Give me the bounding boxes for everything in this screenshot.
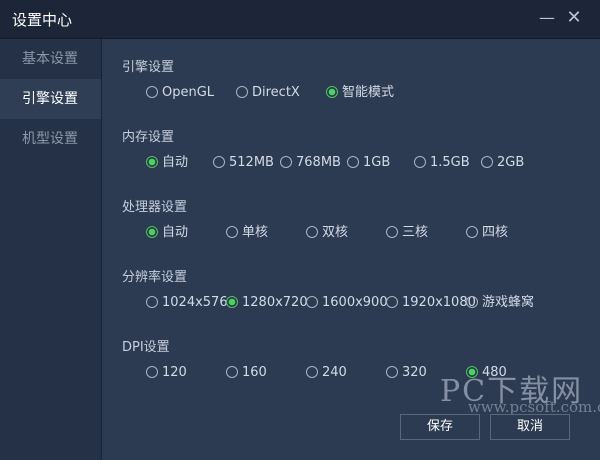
radio-icon — [481, 155, 493, 168]
memory-options: 自动 512MB 768MB 1GB 1.5GB 2GB — [146, 154, 600, 174]
memory-section: 内存设置 自动 512MB 768MB 1GB 1.5GB 2GB — [122, 126, 524, 170]
section-title: 内存设置 — [122, 130, 175, 145]
radio-icon — [347, 155, 359, 168]
memory-option[interactable]: 768MB — [280, 154, 341, 172]
dpi-options: 120 160 240 320 480 — [146, 364, 600, 384]
radio-icon — [306, 225, 318, 238]
radio-icon — [146, 295, 158, 308]
radio-icon — [306, 295, 318, 308]
memory-option[interactable]: 自动 — [146, 154, 188, 172]
radio-icon — [213, 155, 225, 168]
radio-icon — [226, 225, 238, 238]
sidebar-item-device-settings[interactable]: 机型设置 — [0, 119, 101, 159]
radio-icon — [306, 365, 318, 378]
radio-selected-icon — [466, 365, 478, 378]
section-title: 处理器设置 — [122, 200, 188, 215]
resolution-option[interactable]: 游戏蜂窝 — [466, 294, 534, 312]
radio-icon — [146, 85, 158, 98]
dpi-option[interactable]: 320 — [386, 364, 427, 382]
radio-icon — [146, 365, 158, 378]
radio-icon — [414, 155, 426, 168]
radio-icon — [466, 295, 478, 308]
dpi-option[interactable]: 240 — [306, 364, 347, 382]
cpu-option[interactable]: 三核 — [386, 224, 428, 242]
engine-section: 引擎设置 OpenGL DirectX 智能模式 — [122, 56, 394, 100]
resolution-option[interactable]: 1920x1080 — [386, 294, 476, 312]
radio-selected-icon — [226, 295, 238, 308]
resolution-option[interactable]: 1600x900 — [306, 294, 388, 312]
radio-icon — [466, 225, 478, 238]
dpi-section: DPI设置 120 160 240 320 480 — [122, 336, 507, 380]
cpu-option[interactable]: 双核 — [306, 224, 348, 242]
settings-panel: 引擎设置 OpenGL DirectX 智能模式 内存设置 自动 512MB 7… — [102, 39, 600, 460]
memory-option[interactable]: 1GB — [347, 154, 390, 172]
section-title: DPI设置 — [122, 340, 170, 355]
resolution-option[interactable]: 1024x576 — [146, 294, 228, 312]
resolution-option[interactable]: 1280x720 — [226, 294, 308, 312]
engine-option[interactable]: OpenGL — [146, 84, 214, 102]
cpu-option[interactable]: 单核 — [226, 224, 268, 242]
minimize-icon[interactable]: — — [536, 7, 558, 29]
radio-icon — [236, 85, 248, 98]
cancel-button[interactable]: 取消 — [490, 414, 570, 440]
radio-icon — [386, 295, 398, 308]
dpi-option[interactable]: 160 — [226, 364, 267, 382]
cpu-options: 自动 单核 双核 三核 四核 — [146, 224, 600, 244]
cpu-section: 处理器设置 自动 单核 双核 三核 四核 — [122, 196, 508, 240]
radio-selected-icon — [326, 85, 338, 98]
cpu-option[interactable]: 自动 — [146, 224, 188, 242]
radio-icon — [280, 155, 292, 168]
sidebar-item-basic-settings[interactable]: 基本设置 — [0, 39, 101, 79]
title-bar: 设置中心 — ✕ — [0, 0, 600, 39]
radio-selected-icon — [146, 225, 158, 238]
engine-option[interactable]: 智能模式 — [326, 84, 394, 102]
engine-options: OpenGL DirectX 智能模式 — [146, 84, 600, 104]
save-button[interactable]: 保存 — [400, 414, 480, 440]
resolution-options: 1024x576 1280x720 1600x900 1920x1080 游戏蜂… — [146, 294, 600, 314]
dpi-option[interactable]: 120 — [146, 364, 187, 382]
memory-option[interactable]: 2GB — [481, 154, 524, 172]
dpi-option[interactable]: 480 — [466, 364, 507, 382]
radio-icon — [386, 365, 398, 378]
memory-option[interactable]: 1.5GB — [414, 154, 470, 172]
window-title: 设置中心 — [12, 11, 73, 29]
sidebar-item-engine-settings[interactable]: 引擎设置 — [0, 79, 101, 119]
radio-selected-icon — [146, 155, 158, 168]
radio-icon — [226, 365, 238, 378]
section-title: 分辨率设置 — [122, 270, 188, 285]
sidebar: 基本设置 引擎设置 机型设置 — [0, 39, 102, 460]
radio-icon — [386, 225, 398, 238]
close-icon[interactable]: ✕ — [563, 7, 585, 29]
resolution-section: 分辨率设置 1024x576 1280x720 1600x900 1920x10… — [122, 266, 534, 310]
cpu-option[interactable]: 四核 — [466, 224, 508, 242]
memory-option[interactable]: 512MB — [213, 154, 274, 172]
engine-option[interactable]: DirectX — [236, 84, 300, 102]
section-title: 引擎设置 — [122, 60, 175, 75]
